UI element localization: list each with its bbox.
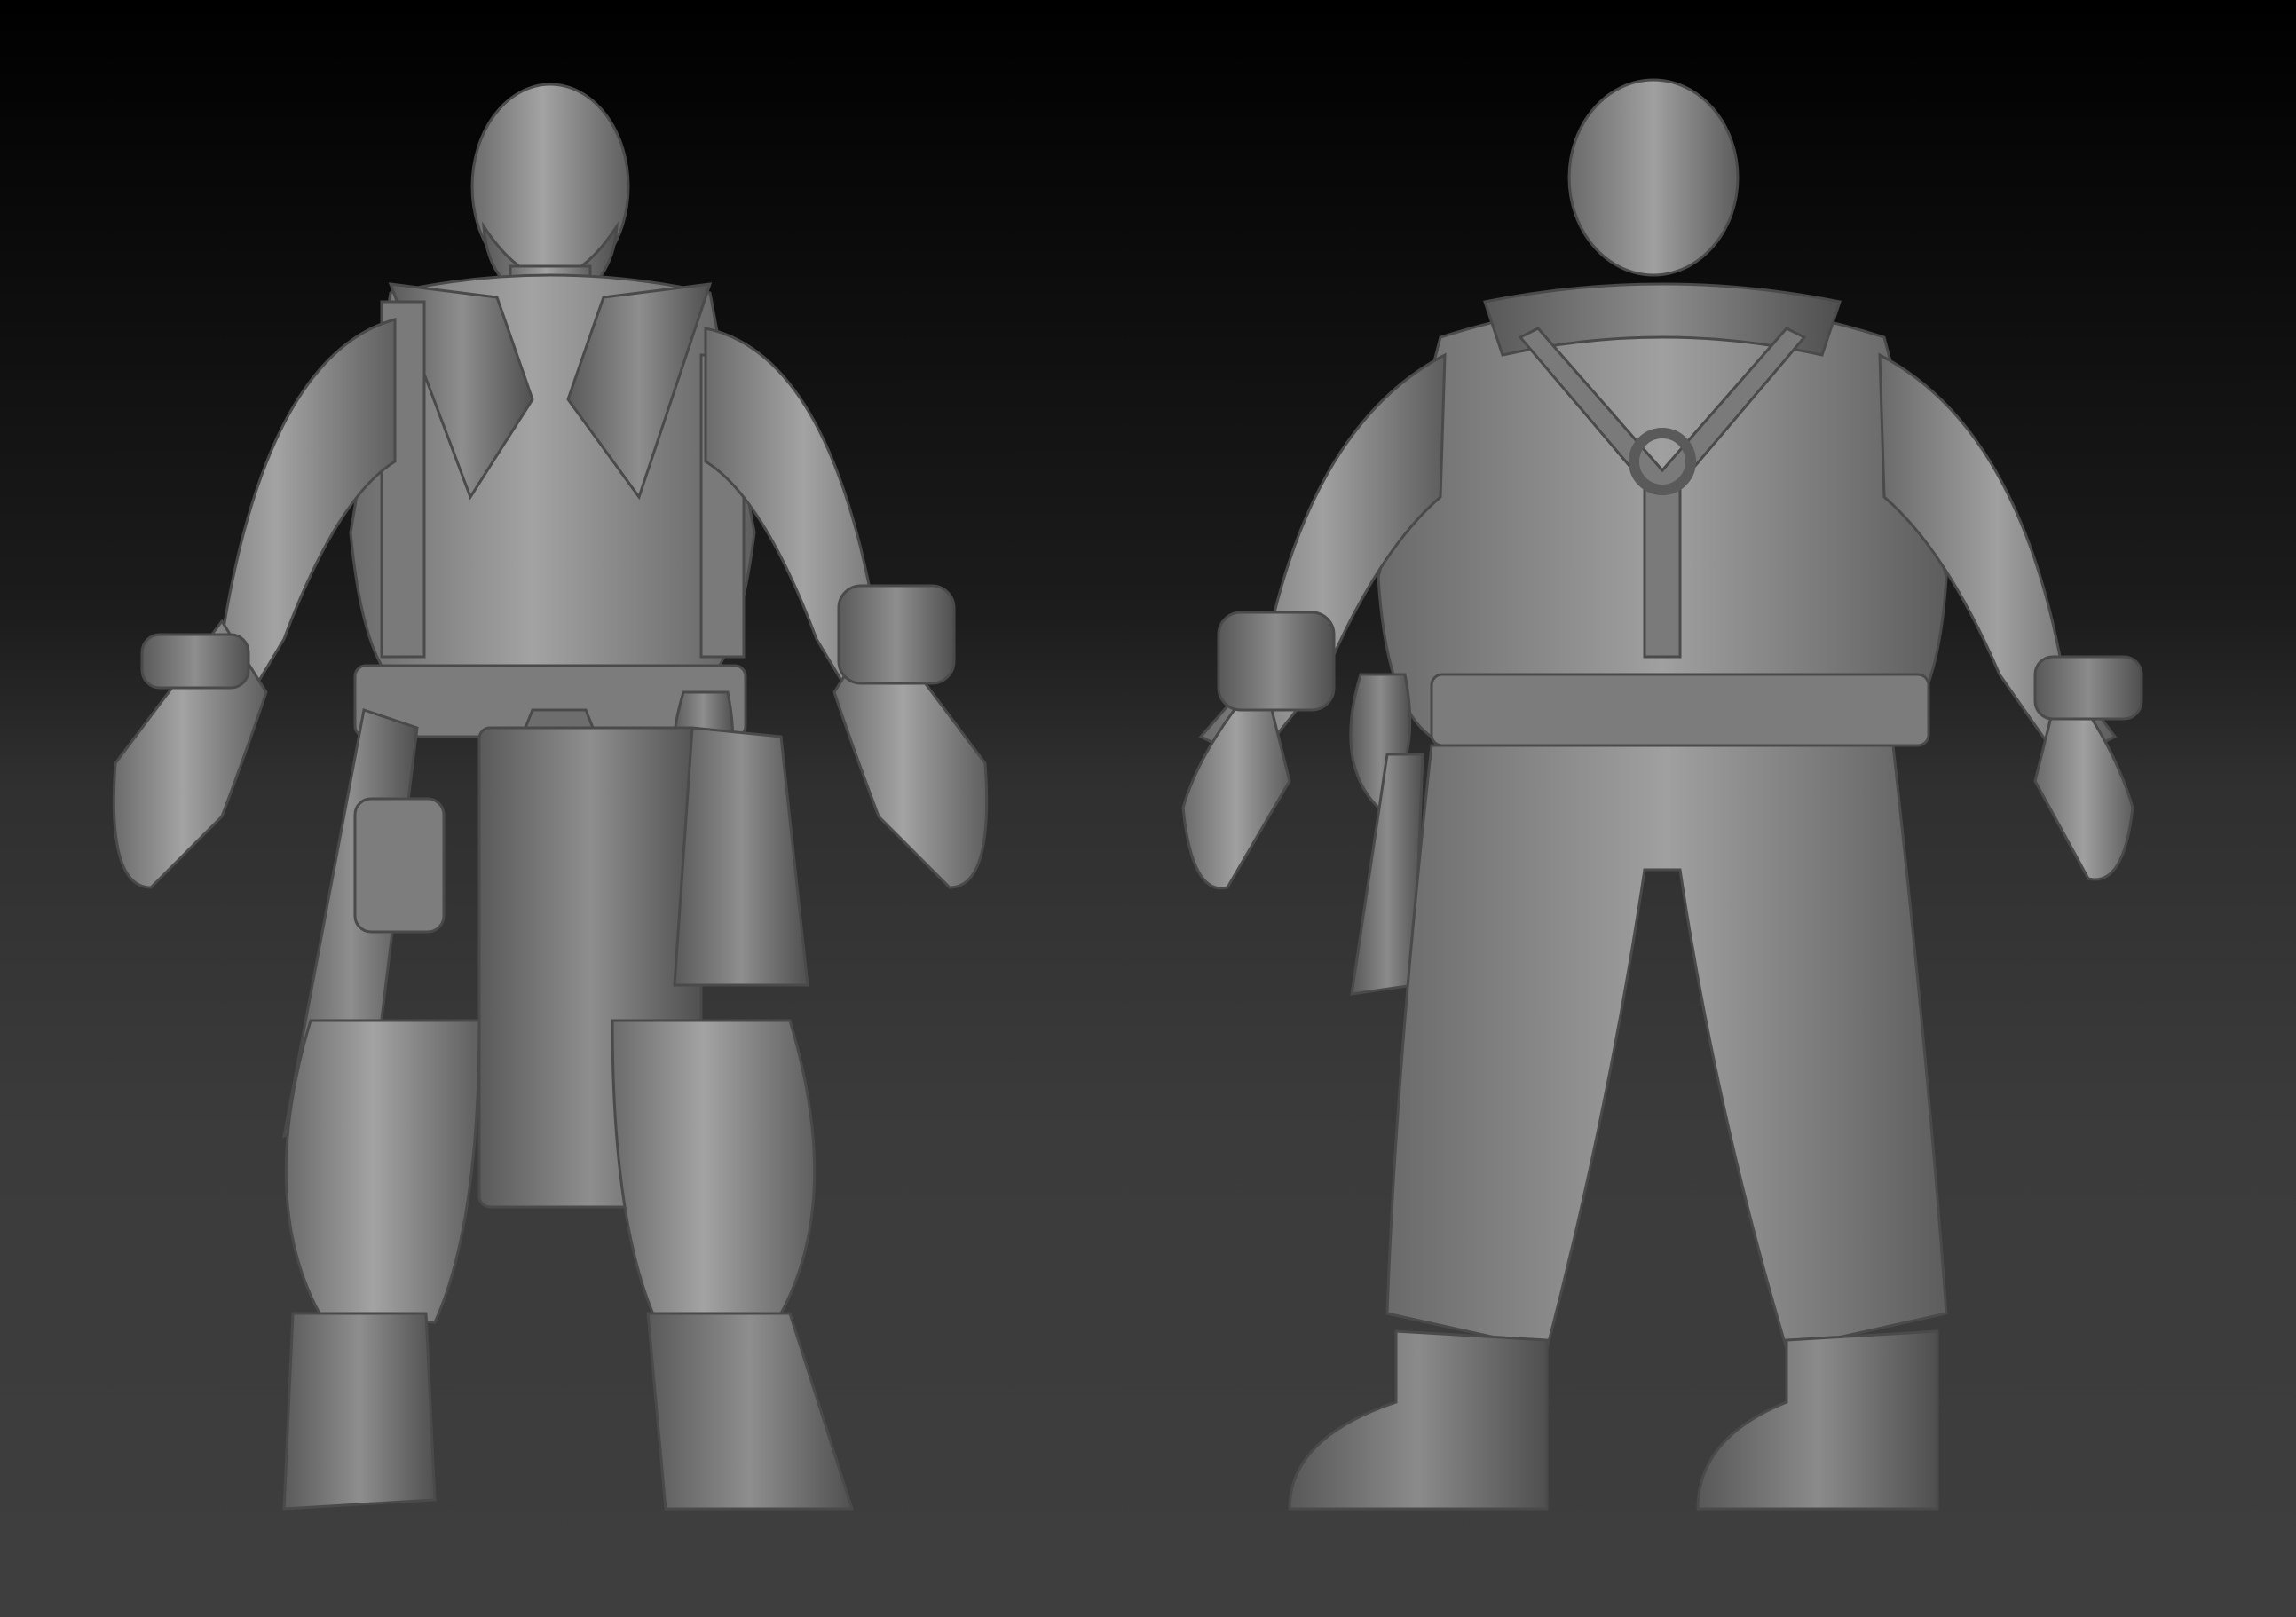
front-sculpt-svg — [112, 83, 989, 1511]
character-front-view — [0, 0, 1148, 1617]
front-body — [112, 83, 989, 1511]
sculpt-viewport — [0, 0, 2296, 1617]
character-back-view — [1148, 0, 2295, 1617]
back-sculpt-svg — [1181, 78, 2143, 1511]
back-body — [1181, 78, 2143, 1511]
